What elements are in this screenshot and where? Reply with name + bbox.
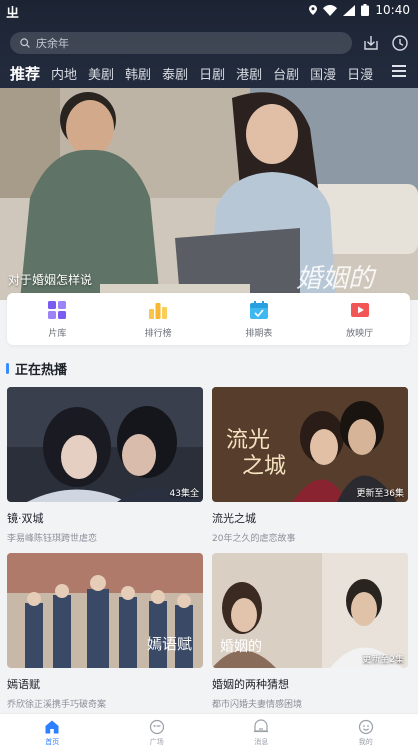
nav-home[interactable]: 首页 [0,714,105,751]
search-icon [20,38,30,48]
plaza-icon [149,719,164,734]
show-poster: 嫣语赋 [7,553,203,668]
home-icon [45,720,59,733]
status-indicators: 10:40 [309,3,410,17]
location-icon [309,5,318,15]
show-title: 流光之城 [212,512,256,525]
battery-icon [361,4,370,16]
show-card[interactable]: 43集全 镜·双城 李易峰陈钰琪跨世虐恋 [7,387,203,544]
bottom-navigation: 首页 广场 消息 我的 [0,713,418,751]
search-placeholder: 庆余年 [36,37,69,50]
grid-icon [48,300,67,319]
tab-thai-drama[interactable]: 泰剧 [162,64,188,83]
tab-japanese-drama[interactable]: 日剧 [199,64,225,83]
episode-badge: 43集全 [169,489,199,499]
hero-banner[interactable]: 婚姻的 对于婚姻怎样说 [0,88,418,300]
status-bar: ㄓ 10:40 [0,0,418,22]
section-accent-bar [6,362,9,374]
svg-text:嫣语赋: 嫣语赋 [147,635,192,653]
tab-chinese-anime[interactable]: 国漫 [310,64,336,83]
show-title: 嫣语赋 [7,678,40,691]
svg-text:之城: 之城 [242,454,286,479]
shortcut-library-label: 片库 [48,328,67,339]
profile-icon [358,719,373,734]
show-poster: 婚姻的 更新至2集 [212,553,408,668]
show-title: 婚姻的两种猜想 [212,678,289,691]
tab-japanese-anime[interactable]: 日漫 [347,64,373,83]
show-title: 镜·双城 [7,512,44,525]
nav-profile[interactable]: 我的 [314,714,418,751]
shortcut-ranking[interactable]: 排行榜 [108,293,209,345]
show-description: 李易峰陈钰琪跨世虐恋 [7,534,98,544]
nav-messages-label: 消息 [254,737,269,746]
app-notification-icon: ㄓ [6,6,20,21]
section-title: 正在热播 [15,362,68,378]
nav-plaza-label: 广场 [149,737,164,746]
message-icon [254,718,269,732]
banner-caption: 对于婚姻怎样说 [8,273,93,287]
svg-text:流光: 流光 [226,428,270,453]
shortcut-ranking-label: 排行榜 [144,328,172,339]
search-row: 庆余年 [10,32,418,54]
nav-plaza[interactable]: 广场 [105,714,210,751]
clock-text: 10:40 [375,3,410,17]
quick-shortcuts: 片库 排行榜 排期表 放映厅 [7,293,410,345]
episode-badge: 更新至2集 [362,655,404,665]
play-icon [350,302,369,317]
shortcut-schedule[interactable]: 排期表 [209,293,310,345]
search-box[interactable]: 庆余年 [10,32,352,54]
episode-badge: 更新至36集 [356,489,404,499]
show-description: 20年之久的虐恋故事 [212,534,296,544]
show-card[interactable]: 婚姻的 更新至2集 婚姻的两种猜想 都市闪婚夫妻情感困境 [212,553,408,710]
top-header: ㄓ 10:40 庆余年 推荐 内地 美剧 韩剧 泰剧 日剧 港剧 台剧 国漫 日… [0,0,418,88]
tab-menu-icon[interactable] [392,65,406,77]
shortcut-cinema-label: 放映厅 [346,328,374,339]
tab-tw-drama[interactable]: 台剧 [273,64,299,83]
tab-hk-drama[interactable]: 港剧 [236,64,262,83]
show-card[interactable]: 流光 之城 更新至36集 流光之城 20年之久的虐恋故事 [212,387,408,544]
calendar-icon [249,300,268,319]
svg-text:婚姻的: 婚姻的 [220,639,262,655]
nav-home-label: 首页 [45,737,60,746]
signal-icon [343,4,356,16]
nav-profile-label: 我的 [358,737,373,746]
banner-title-art: 婚姻的 [296,264,375,294]
section-header: 正在热播 [6,360,68,378]
show-poster: 43集全 [7,387,203,502]
show-description: 都市闪婚夫妻情感困境 [212,700,303,710]
tab-mainland[interactable]: 内地 [51,64,77,83]
shortcut-cinema[interactable]: 放映厅 [309,293,410,345]
show-description: 乔欣徐正溪携手巧破奇案 [7,700,107,710]
wifi-icon [323,4,338,16]
shortcut-schedule-label: 排期表 [245,328,273,339]
tab-korean-drama[interactable]: 韩剧 [125,64,151,83]
download-icon[interactable] [361,33,381,53]
ranking-icon [149,302,168,319]
nav-messages[interactable]: 消息 [209,714,314,751]
show-card[interactable]: 嫣语赋 嫣语赋 乔欣徐正溪携手巧破奇案 [7,553,203,710]
tab-us-drama[interactable]: 美剧 [88,64,114,83]
show-poster: 流光 之城 更新至36集 [212,387,408,502]
history-clock-icon[interactable] [390,33,410,53]
tab-recommend[interactable]: 推荐 [10,63,40,84]
category-tabs: 推荐 内地 美剧 韩剧 泰剧 日剧 港剧 台剧 国漫 日漫 [10,60,418,86]
shortcut-library[interactable]: 片库 [7,293,108,345]
